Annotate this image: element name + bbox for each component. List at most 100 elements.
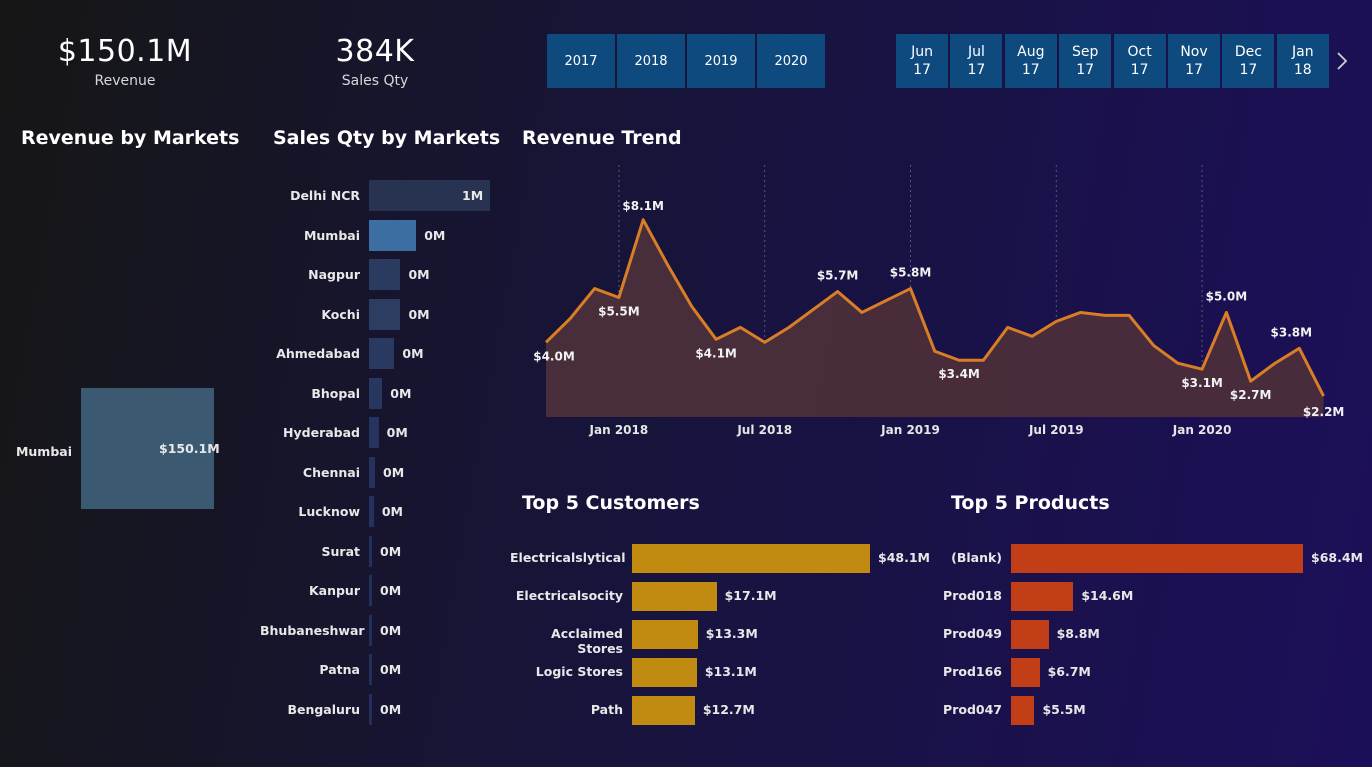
sales-qty-bar[interactable] xyxy=(369,219,417,251)
x-tick-label: Jan 2020 xyxy=(1172,423,1232,437)
sales-qty-value: 0M xyxy=(380,622,402,638)
sales-qty-by-markets-title: Sales Qty by Markets xyxy=(273,127,501,149)
sales-qty-market-label: Chennai xyxy=(302,464,360,480)
top-products-chart: (Blank) $68.4M Prod018 $14.6M Prod049 $8.8M Pr… xyxy=(940,538,1363,738)
top_products-bar[interactable] xyxy=(1011,544,1303,573)
sales-qty-bar[interactable] xyxy=(369,654,372,685)
sales-qty-bar[interactable] xyxy=(369,496,374,527)
sales-qty-value: 0M xyxy=(380,583,402,598)
month-year: 17 xyxy=(1021,62,1040,78)
top-customers-title: Top 5 Customers xyxy=(522,492,700,514)
top_products-bar[interactable] xyxy=(1011,658,1040,687)
point-label: $3.8M xyxy=(1271,325,1313,339)
kpi-revenue: $150.1M Revenue xyxy=(25,34,225,89)
point-label: $4.1M xyxy=(695,346,737,360)
top_products-label: Prod018 xyxy=(943,588,1002,603)
sales-qty-value: 1M xyxy=(462,188,484,203)
month-button-jul-17[interactable]: Jul 17 xyxy=(950,34,1003,88)
sales-qty-bar[interactable] xyxy=(369,614,372,646)
month-year: 17 xyxy=(967,62,986,78)
sales-qty-value: 0M xyxy=(408,306,430,322)
sales-qty-bar[interactable] xyxy=(369,259,401,290)
top_products-label: Prod047 xyxy=(943,702,1002,717)
top_customers-value: $13.3M xyxy=(705,626,758,641)
sales-qty-value: 0M xyxy=(380,701,402,717)
sales-qty-value: 0M xyxy=(383,464,405,480)
kpi-revenue-label: Revenue xyxy=(94,73,156,89)
top_customers-value: $13.1M xyxy=(704,664,757,679)
top_customers-bar[interactable] xyxy=(632,696,695,725)
top_products-value: $68.4M xyxy=(1311,550,1363,565)
point-label: $8.1M xyxy=(622,199,664,213)
chevron-right-icon[interactable] xyxy=(1334,50,1350,72)
sales-qty-market-label: Bhubaneshwar xyxy=(260,622,365,638)
sales-qty-bar[interactable] xyxy=(369,377,383,409)
month-name: Oct xyxy=(1127,44,1152,60)
sales-qty-bar[interactable] xyxy=(369,298,401,330)
top_customers-bar[interactable] xyxy=(632,658,697,687)
month-button-aug-17[interactable]: Aug 17 xyxy=(1004,34,1057,88)
top_products-bar[interactable] xyxy=(1011,582,1074,611)
point-label: $2.2M xyxy=(1303,405,1345,419)
top_customers-bar[interactable] xyxy=(632,582,717,611)
sales-qty-market-label: Mumbai xyxy=(303,227,360,243)
sales-qty-value: 0M xyxy=(380,662,402,677)
top_products-label: Prod166 xyxy=(943,664,1002,679)
month-year: 17 xyxy=(1239,62,1258,78)
revenue-by-markets-title: Revenue by Markets xyxy=(21,127,240,149)
x-tick-label: Jan 2019 xyxy=(880,423,940,437)
top_customers-bar[interactable] xyxy=(632,544,870,573)
year-button-2019[interactable]: 2019 xyxy=(687,34,755,88)
sales-qty-value: 0M xyxy=(386,425,408,440)
point-label: $5.8M xyxy=(890,266,932,280)
top_customers-label: Path xyxy=(590,702,623,717)
sales-qty-market-label: Kanpur xyxy=(308,583,360,598)
month-button-jan-18[interactable]: Jan 18 xyxy=(1276,34,1329,88)
revenue-market-value: $150.1M xyxy=(159,441,220,456)
top_customers-label: Electricalsocity xyxy=(515,588,623,603)
sales-qty-value: 0M xyxy=(402,346,424,361)
month-name: Jul xyxy=(967,44,985,60)
top_products-label: (Blank) xyxy=(951,550,1002,565)
sales-qty-bar[interactable] xyxy=(369,338,395,369)
top_products-value: $14.6M xyxy=(1081,588,1134,603)
month-year: 17 xyxy=(913,62,931,78)
sales-qty-bar[interactable] xyxy=(369,693,372,725)
month-button-nov-17[interactable]: Nov 17 xyxy=(1168,34,1220,88)
point-label: $3.1M xyxy=(1181,376,1223,390)
top-customers-chart: Electricalslytical $48.1M Electricalsocity… xyxy=(510,538,940,738)
month-button-sep-17[interactable]: Sep 17 xyxy=(1059,34,1112,88)
top_products-label: Prod049 xyxy=(943,626,1002,641)
month-button-dec-17[interactable]: Dec 17 xyxy=(1222,34,1275,88)
sales-qty-bar[interactable] xyxy=(369,417,379,448)
sales-qty-value: 0M xyxy=(408,267,430,282)
sales-qty-chart: Delhi NCR 1M Mumbai 0M Nagpur 0M Kochi 0M Ahmeda… xyxy=(260,175,510,735)
month-name: Dec xyxy=(1234,44,1262,60)
sales-qty-bar[interactable] xyxy=(369,575,372,606)
month-button-oct-17[interactable]: Oct 17 xyxy=(1113,34,1166,88)
top_products-bar[interactable] xyxy=(1011,696,1035,725)
point-label: $5.5M xyxy=(598,305,640,319)
month-name: Nov xyxy=(1180,44,1208,60)
sales-qty-bar[interactable] xyxy=(369,535,372,567)
top-products-title: Top 5 Products xyxy=(951,492,1110,514)
sales-qty-market-label: Hyderabad xyxy=(283,425,360,440)
sales-qty-market-label: Ahmedabad xyxy=(276,346,360,361)
month-year: 18 xyxy=(1293,62,1312,78)
top_customers-bar[interactable] xyxy=(632,620,698,649)
kpi-sales-qty-value: 384K xyxy=(335,34,415,69)
month-button-jun-17[interactable]: Jun 17 xyxy=(896,34,948,88)
year-button-2020[interactable]: 2020 xyxy=(757,34,825,88)
sales-qty-market-label: Lucknow xyxy=(298,504,360,519)
year-button-2018[interactable]: 2018 xyxy=(617,34,685,88)
month-year: 17 xyxy=(1076,62,1095,78)
month-name: Jan xyxy=(1292,44,1314,60)
top_products-value: $6.7M xyxy=(1047,664,1091,679)
point-label: $3.4M xyxy=(938,367,980,381)
top_customers-label: Electricalslytical xyxy=(510,550,626,565)
kpi-revenue-value: $150.1M xyxy=(57,34,193,69)
sales-qty-value: 0M xyxy=(381,504,403,519)
top_products-bar[interactable] xyxy=(1011,620,1049,649)
year-button-2017[interactable]: 2017 xyxy=(547,34,615,88)
sales-qty-bar[interactable] xyxy=(369,456,376,488)
